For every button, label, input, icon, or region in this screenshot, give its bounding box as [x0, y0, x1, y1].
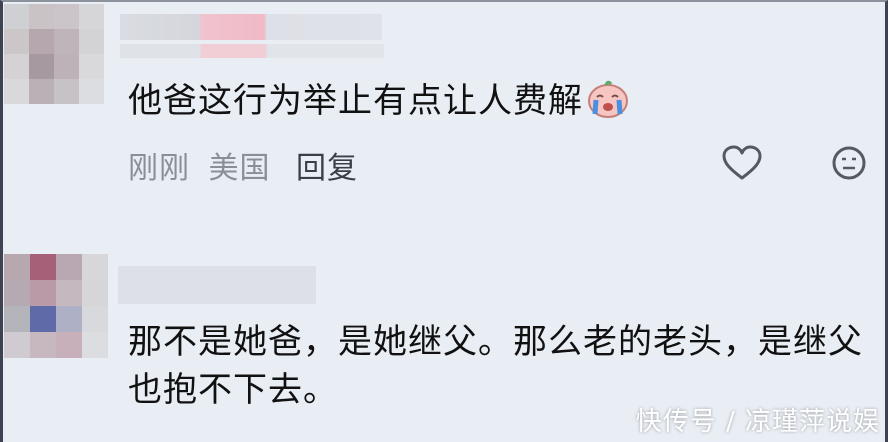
avatar[interactable]: [4, 254, 108, 358]
watermark: 快传号 / 凉瑾萍说娱: [635, 407, 880, 437]
avatar[interactable]: [4, 4, 104, 104]
username-blurred: [118, 266, 316, 304]
heart-icon[interactable]: [722, 145, 762, 185]
username-blurred: [120, 14, 382, 40]
comment-location: 美国: [208, 151, 271, 186]
comment-text: 他爸这行为举止有点让人费解: [128, 77, 629, 125]
comment-text: 那不是她爸，是她继父。那么老的老头，是继父也抱不下去。: [128, 322, 863, 410]
crying-face-emoji: [587, 80, 629, 118]
reply-button[interactable]: 回复: [296, 143, 358, 187]
username-blurred-secondary: [120, 44, 384, 58]
comment-meta: 刚刚 美国: [128, 143, 271, 187]
emoji-face-icon[interactable]: [831, 145, 867, 185]
comment-time: 刚刚: [128, 151, 190, 186]
